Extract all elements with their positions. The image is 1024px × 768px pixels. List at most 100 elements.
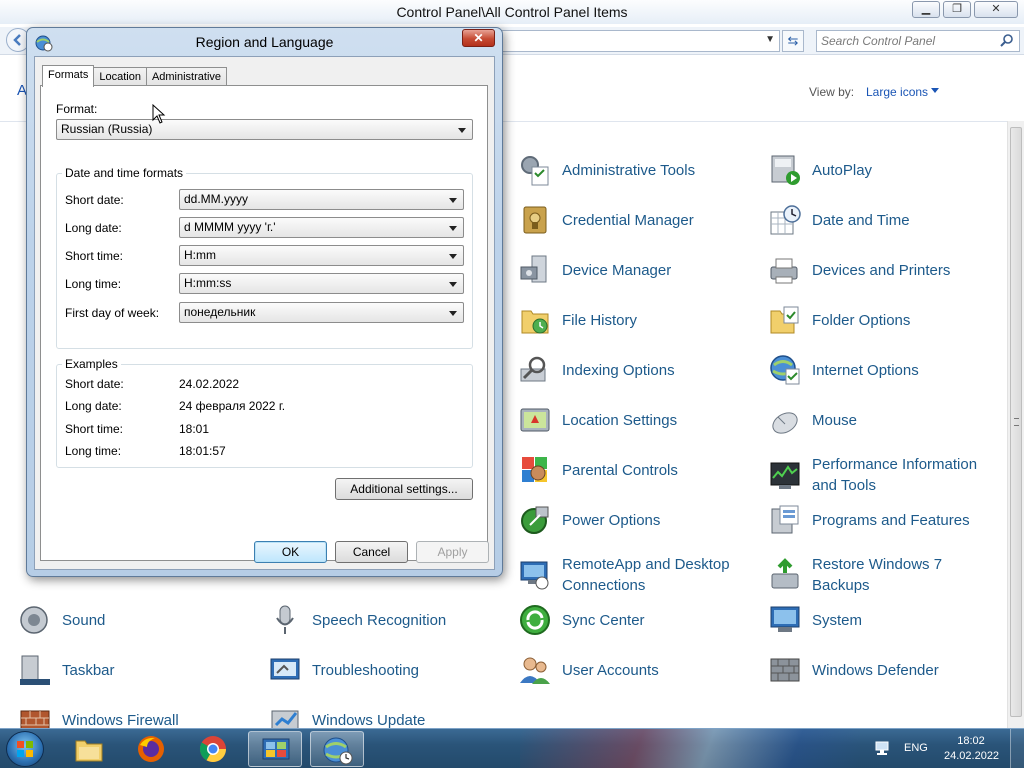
view-by-caret-icon[interactable] — [931, 88, 939, 93]
dialog-body: Formats Location Administrative Format: … — [34, 56, 495, 570]
maximize-button[interactable]: ❐ — [943, 1, 971, 18]
taskbar-control-panel[interactable] — [248, 731, 302, 767]
cp-item-date-and-time[interactable]: Date and Time — [768, 200, 910, 240]
cp-item-internet-options[interactable]: Internet Options — [768, 350, 919, 390]
cp-item-taskbar[interactable]: Taskbar — [18, 650, 115, 690]
cp-vertical-scrollbar[interactable] — [1007, 121, 1024, 728]
cp-item-windows-defender[interactable]: Windows Defender — [768, 650, 939, 690]
cp-item-label: Location Settings — [562, 411, 678, 429]
cp-item-autoplay[interactable]: AutoPlay — [768, 150, 872, 190]
cp-item-troubleshooting[interactable]: Troubleshooting — [268, 650, 419, 690]
cp-item-label: Sound — [62, 611, 106, 629]
cp-item-mouse[interactable]: Mouse — [768, 400, 857, 440]
clock-time: 18:02 — [957, 735, 985, 747]
cp-item-administrative-tools[interactable]: Administrative Tools — [518, 150, 695, 190]
show-desktop-button[interactable] — [1010, 729, 1024, 768]
scrollbar-thumb[interactable] — [1010, 127, 1022, 717]
cp-item-parental-controls[interactable]: Parental Controls — [518, 450, 678, 490]
cp-item-label: Indexing Options — [562, 361, 675, 379]
chevron-down-icon — [449, 254, 457, 259]
tab-administrative[interactable]: Administrative — [145, 67, 228, 86]
cp-item-label: Administrative Tools — [562, 161, 696, 179]
cp-item-label: Speech Recognition — [312, 611, 447, 629]
short-date-select[interactable]: dd.MM.yyyy — [179, 189, 464, 210]
explorer-icon — [75, 740, 103, 762]
tab-location[interactable]: Location — [93, 67, 147, 86]
taskbar-wallpaper-decoration — [520, 729, 860, 768]
short-time-select[interactable]: H:mm — [179, 245, 464, 266]
chevron-down-icon — [449, 282, 457, 287]
cp-item-programs-and-features[interactable]: Programs and Features — [768, 500, 970, 540]
cp-item-label: User Accounts — [562, 661, 659, 679]
search-input[interactable] — [821, 33, 991, 49]
formats-panel: Format: Russian (Russia) Date and time f… — [40, 85, 488, 561]
search-icon[interactable] — [999, 33, 1015, 49]
additional-settings-button[interactable]: Additional settings... — [335, 478, 473, 500]
taskbar-explorer[interactable] — [62, 731, 116, 767]
taskbar-firefox[interactable] — [124, 731, 178, 767]
cp-item-sound[interactable]: Sound — [18, 600, 105, 640]
taskbar-chrome[interactable] — [186, 731, 240, 767]
address-dropdown-icon[interactable]: ▼ — [765, 34, 775, 45]
chevron-down-icon — [449, 226, 457, 231]
cp-item-performance-information[interactable]: Performance Information and Tools — [768, 450, 992, 500]
cp-item-device-manager[interactable]: Device Manager — [518, 250, 671, 290]
long-date-select[interactable]: d MMMM yyyy 'г.' — [179, 217, 464, 238]
example-short-date-label: Short date: — [65, 377, 124, 391]
tab-formats[interactable]: Formats — [42, 65, 95, 87]
cp-item-power-options[interactable]: Power Options — [518, 500, 660, 540]
cp-item-system[interactable]: System — [768, 600, 862, 640]
clock-date: 24.02.2022 — [944, 750, 1000, 762]
view-by-dropdown[interactable]: Large icons — [866, 85, 928, 99]
cp-item-label: Performance Information and Tools — [812, 456, 978, 494]
cp-item-label: Restore Windows 7 Backups — [812, 556, 943, 594]
cp-item-speech-recognition[interactable]: Speech Recognition — [268, 600, 446, 640]
short-date-label: Short date: — [65, 193, 124, 207]
sync-center-icon — [520, 605, 550, 635]
close-button[interactable]: ✕ — [974, 1, 1018, 18]
cp-item-remoteapp[interactable]: RemoteApp and Desktop Connections — [518, 550, 742, 600]
minimize-button[interactable]: ▁ — [912, 1, 940, 18]
cp-item-label: Sync Center — [562, 611, 645, 629]
cp-item-indexing-options[interactable]: Indexing Options — [518, 350, 675, 390]
cp-item-label: System — [812, 611, 863, 629]
cp-item-user-accounts[interactable]: User Accounts — [518, 650, 659, 690]
address-field[interactable]: ▼ — [500, 30, 780, 52]
cp-item-location-settings[interactable]: Location Settings — [518, 400, 677, 440]
dialog-close-button[interactable]: ✕ — [462, 29, 495, 47]
language-indicator[interactable]: ENG — [904, 742, 928, 754]
network-icon[interactable] — [874, 741, 890, 756]
cp-item-label: Credential Manager — [562, 211, 694, 229]
cp-item-file-history[interactable]: File History — [518, 300, 637, 340]
cp-item-sync-center[interactable]: Sync Center — [518, 600, 645, 640]
cp-item-devices-and-printers[interactable]: Devices and Printers — [768, 250, 950, 290]
first-day-select[interactable]: понедельник — [179, 302, 464, 323]
date-and-time-icon — [770, 205, 801, 235]
first-day-label: First day of week: — [65, 306, 160, 320]
firefox-icon — [138, 736, 164, 762]
cp-item-restore-backups[interactable]: Restore Windows 7 Backups — [768, 550, 992, 600]
device-manager-icon — [520, 255, 547, 283]
performance-information-icon — [770, 462, 800, 489]
cancel-button[interactable]: Cancel — [335, 541, 408, 563]
long-date-value: d MMMM yyyy 'г.' — [184, 220, 276, 234]
control-panel-icon — [262, 738, 290, 760]
long-time-label: Long time: — [65, 277, 122, 291]
long-time-select[interactable]: H:mm:ss — [179, 273, 464, 294]
refresh-button[interactable]: ⇆ — [782, 30, 804, 52]
remoteapp-icon — [520, 561, 549, 590]
view-by-label: View by: — [809, 85, 855, 99]
clock[interactable]: 18:02 24.02.2022 — [944, 734, 1000, 764]
ok-button[interactable]: OK — [254, 541, 327, 563]
cp-item-credential-manager[interactable]: Credential Manager — [518, 200, 694, 240]
format-select[interactable]: Russian (Russia) — [56, 119, 473, 140]
apply-button[interactable]: Apply — [416, 541, 489, 563]
cp-item-label: Programs and Features — [812, 511, 970, 529]
cp-item-folder-options[interactable]: Folder Options — [768, 300, 910, 340]
example-short-date-value: 24.02.2022 — [179, 377, 240, 391]
windows-defender-icon — [770, 658, 800, 682]
taskbar-region-language[interactable] — [310, 731, 364, 767]
chrome-icon — [199, 736, 227, 763]
start-button[interactable] — [6, 731, 44, 767]
chevron-down-icon — [449, 198, 457, 203]
